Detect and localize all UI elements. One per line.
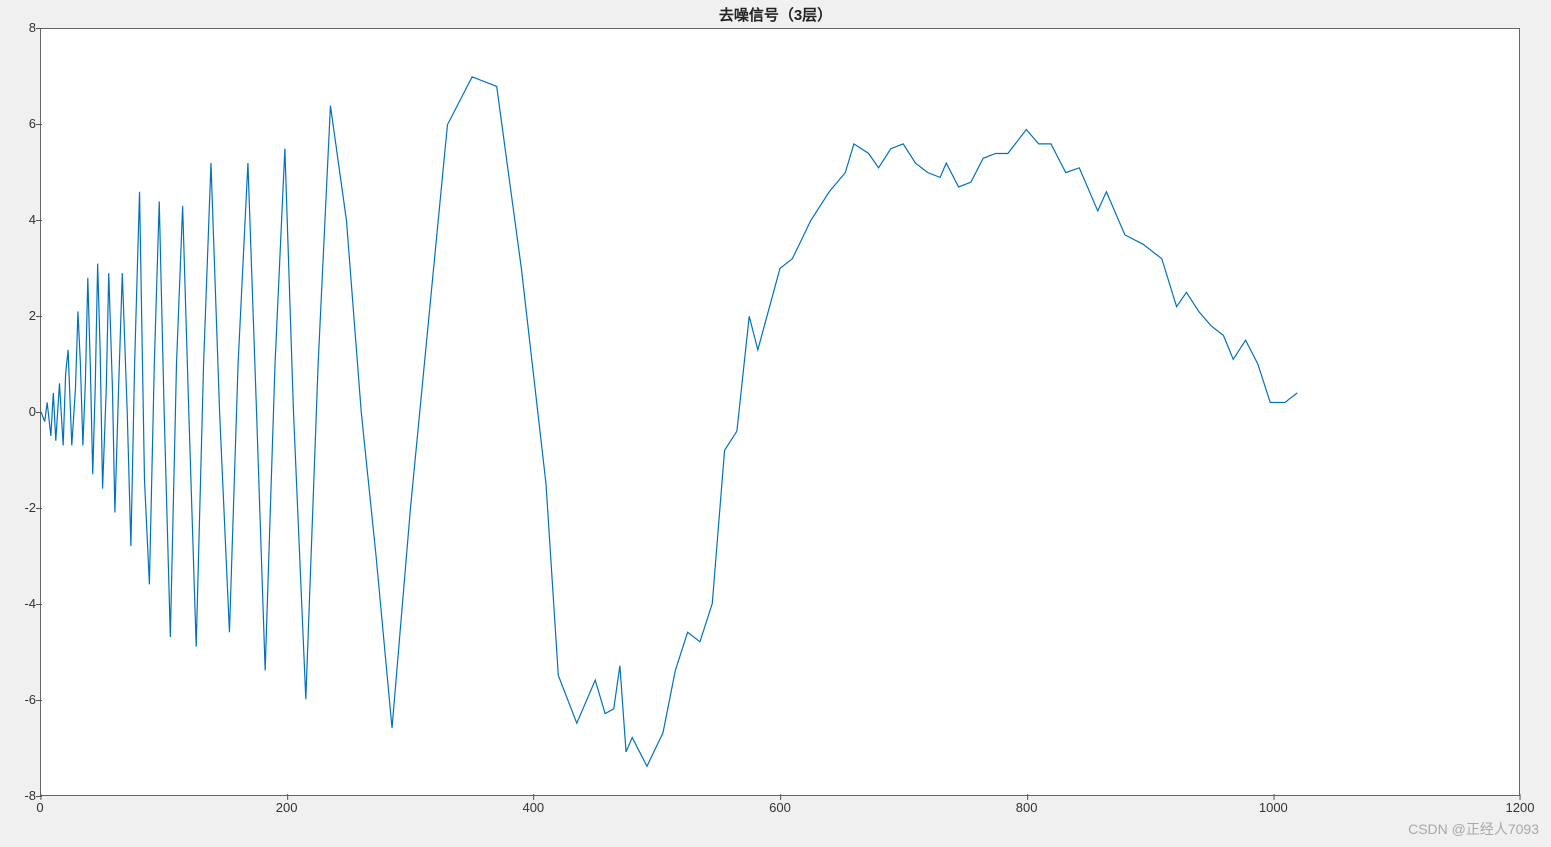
y-tick-label: -6 [4, 692, 36, 707]
y-tick-label: 0 [4, 404, 36, 419]
y-tick-label: 4 [4, 212, 36, 227]
x-tick-label: 800 [1016, 800, 1038, 815]
figure: 去噪信号（3层） -8 -6 -4 -2 0 2 4 6 8 0 200 400 600 800 1000… [0, 0, 1551, 847]
y-tick-label: 6 [4, 116, 36, 131]
x-tick-label: 1200 [1506, 800, 1535, 815]
y-tick-label: -2 [4, 500, 36, 515]
y-tick-label: 2 [4, 308, 36, 323]
watermark: CSDN @正经人7093 [1408, 819, 1539, 839]
x-tick-label: 1000 [1259, 800, 1288, 815]
chart-title: 去噪信号（3层） [0, 4, 1551, 25]
x-tick-label: 0 [36, 800, 43, 815]
y-tick-label: -4 [4, 596, 36, 611]
x-tick-label: 200 [276, 800, 298, 815]
y-tick-label: -8 [4, 788, 36, 803]
y-tick-label: 8 [4, 20, 36, 35]
axes [40, 28, 1520, 796]
series-line [41, 77, 1297, 766]
line-plot [41, 29, 1519, 795]
x-tick-label: 400 [522, 800, 544, 815]
x-tick-label: 600 [769, 800, 791, 815]
